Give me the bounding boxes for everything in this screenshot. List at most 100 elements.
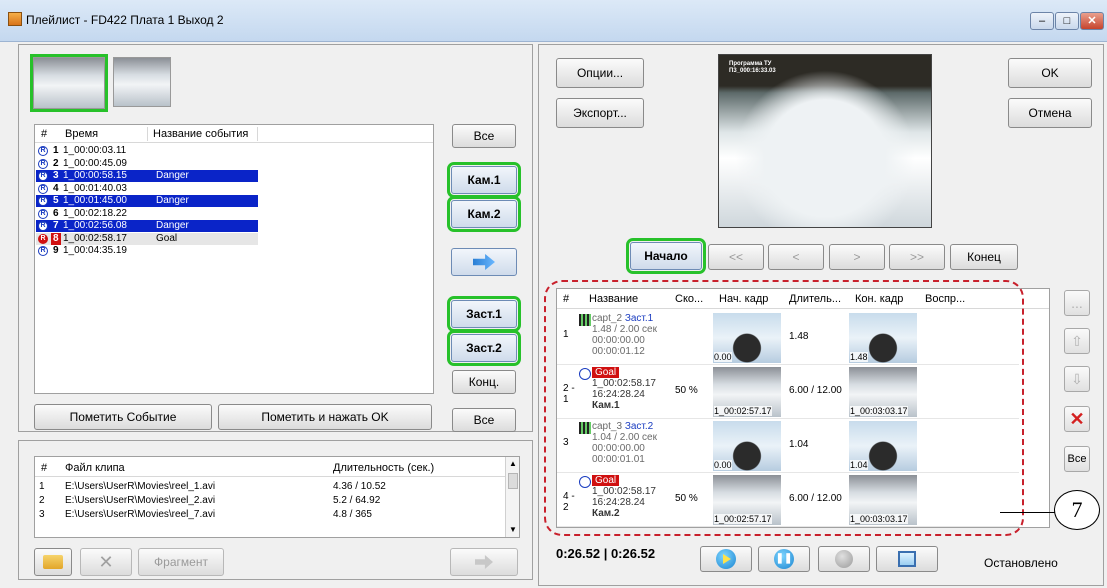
camera-1-thumbnail[interactable] xyxy=(30,54,108,112)
timecode-display: 0:26.52 | 0:26.52 xyxy=(556,546,656,561)
col-time: Время xyxy=(65,128,99,140)
video-preview: Программа ТУ П3_000:16:33.03 xyxy=(718,54,932,228)
overlay-line-1: Программа ТУ xyxy=(729,61,772,67)
event-time: 1_00:00:58.15 xyxy=(63,170,127,181)
preview-button[interactable] xyxy=(876,546,938,572)
file-num: 2 xyxy=(39,495,45,506)
step-forward-button[interactable]: > xyxy=(829,244,885,270)
event-marker-icon: R xyxy=(38,221,48,231)
events-list[interactable]: # Время Название события R 1 1_00:00:03.11… xyxy=(34,124,434,394)
event-marker-icon: R xyxy=(38,158,48,169)
scroll-up-icon[interactable]: ▲ xyxy=(508,459,518,469)
event-time: 1_00:02:56.08 xyxy=(63,220,127,231)
go-start-button[interactable]: Начало xyxy=(626,238,706,274)
event-row[interactable]: R 2 1_00:00:45.09 xyxy=(36,158,256,170)
scroll-thumb[interactable] xyxy=(508,473,518,489)
stop-icon xyxy=(835,550,853,568)
preview-screen-icon xyxy=(898,551,916,567)
remove-file-button[interactable]: ✕ xyxy=(80,548,132,576)
event-marker-icon: R xyxy=(38,146,48,156)
event-num: 3 xyxy=(53,170,59,181)
event-row[interactable]: R 5 1_00:01:45.00 Danger xyxy=(36,195,258,207)
col-file-name: Файл клипа xyxy=(65,462,125,474)
event-num: 4 xyxy=(53,182,59,194)
all-cameras-button[interactable]: Все xyxy=(452,124,516,148)
camera-2-button[interactable]: Кам.2 xyxy=(447,196,521,232)
all-bottom-button[interactable]: Все xyxy=(452,408,516,432)
window-title: Плейлист - FD422 Плата 1 Выход 2 xyxy=(26,13,224,27)
go-end-button[interactable]: Конец xyxy=(950,244,1018,270)
add-fragment-button[interactable] xyxy=(450,548,518,576)
playback-status: Остановлено xyxy=(984,556,1058,570)
clip-files-list[interactable]: # Файл клипа Длительность (сек.) 1 E:\Use… xyxy=(34,456,520,538)
close-button[interactable]: ✕ xyxy=(1080,12,1104,30)
add-file-button[interactable] xyxy=(34,548,72,576)
add-to-playlist-button[interactable] xyxy=(451,248,517,276)
event-row[interactable]: R 7 1_00:02:56.08 Danger xyxy=(36,220,258,232)
more-button[interactable]: ... xyxy=(1064,290,1090,316)
folder-add-icon xyxy=(43,555,63,569)
overlay-line-2: П3_000:16:33.03 xyxy=(729,68,776,74)
fragment-button[interactable]: Фрагмент xyxy=(138,548,224,576)
maximize-button[interactable]: □ xyxy=(1055,12,1079,30)
event-name: Danger xyxy=(156,170,189,181)
files-scrollbar[interactable]: ▲ ▼ xyxy=(505,457,519,537)
event-marker-icon: R xyxy=(38,246,48,256)
move-down-button[interactable]: ⇩ xyxy=(1064,366,1090,392)
event-row[interactable]: R 9 1_00:04:35.19 xyxy=(36,245,256,257)
event-marker-icon: R xyxy=(38,171,48,181)
annotation-dashed-outline xyxy=(544,280,1024,536)
add-arrow-disabled-icon xyxy=(475,555,493,569)
event-time: 1_00:00:45.09 xyxy=(63,157,127,169)
ok-button[interactable]: OK xyxy=(1008,58,1092,88)
event-row[interactable]: R 8 1_00:02:58.17 Goal xyxy=(36,232,258,245)
stop-button[interactable] xyxy=(818,546,870,572)
file-file: E:\Users\UserR\Movies\reel_1.avi xyxy=(65,481,216,492)
event-name: Danger xyxy=(156,195,189,206)
col-file-duration: Длительность (сек.) xyxy=(333,462,435,474)
camera-1-button[interactable]: Кам.1 xyxy=(447,162,521,198)
callout-line xyxy=(1000,512,1060,513)
event-marker-icon: R xyxy=(38,233,48,244)
col-num: # xyxy=(41,128,48,140)
camera-2-thumbnail[interactable] xyxy=(113,57,171,107)
event-time: 1_00:00:03.11 xyxy=(63,145,127,156)
event-row[interactable]: R 4 1_00:01:40.03 xyxy=(36,183,256,195)
mark-and-ok-button[interactable]: Пометить и нажать OK xyxy=(218,404,432,430)
event-marker-icon: R xyxy=(38,208,48,219)
export-button[interactable]: Экспорт... xyxy=(556,98,644,128)
cancel-button[interactable]: Отмена xyxy=(1008,98,1092,128)
file-num: 3 xyxy=(39,509,45,520)
title-bar: Плейлист - FD422 Плата 1 Выход 2 – □ ✕ xyxy=(0,0,1107,42)
delete-clip-button[interactable]: ✕ xyxy=(1064,406,1090,432)
video-overlay-text: Программа ТУ П3_000:16:33.03 xyxy=(729,61,776,75)
mark-event-button[interactable]: Пометить Событие xyxy=(34,404,212,430)
event-time: 1_00:01:45.00 xyxy=(63,195,127,206)
col-divider xyxy=(147,127,148,141)
pause-icon: ❚❚ xyxy=(774,549,794,569)
event-row[interactable]: R 3 1_00:00:58.15 Danger xyxy=(36,170,258,182)
select-all-button[interactable]: Все xyxy=(1064,446,1090,472)
callout-number: 7 xyxy=(1054,490,1100,530)
minimize-button[interactable]: – xyxy=(1030,12,1054,30)
scroll-down-icon[interactable]: ▼ xyxy=(508,525,518,535)
fast-back-button[interactable]: << xyxy=(708,244,764,270)
title-1-button[interactable]: Заст.1 xyxy=(447,296,521,332)
delete-x-icon: ✕ xyxy=(1069,408,1085,429)
move-up-button[interactable]: ⇧ xyxy=(1064,328,1090,354)
fast-forward-button[interactable]: >> xyxy=(889,244,945,270)
pause-button[interactable]: ❚❚ xyxy=(758,546,810,572)
step-back-button[interactable]: < xyxy=(768,244,824,270)
events-list-header: # Время Название события xyxy=(35,125,433,143)
event-row[interactable]: R 6 1_00:02:18.22 xyxy=(36,208,256,220)
options-button[interactable]: Опции... xyxy=(556,58,644,88)
file-duration: 4.36 / 10.52 xyxy=(333,481,386,492)
end-title-button[interactable]: Конц. xyxy=(452,370,516,394)
event-num: 8 xyxy=(51,232,61,245)
play-button[interactable] xyxy=(700,546,752,572)
files-list-header: # Файл клипа Длительность (сек.) xyxy=(35,457,505,477)
event-row[interactable]: R 1 1_00:00:03.11 xyxy=(36,145,256,157)
file-file: E:\Users\UserR\Movies\reel_2.avi xyxy=(65,495,216,506)
col-event-name: Название события xyxy=(153,128,249,140)
title-2-button[interactable]: Заст.2 xyxy=(447,330,521,366)
